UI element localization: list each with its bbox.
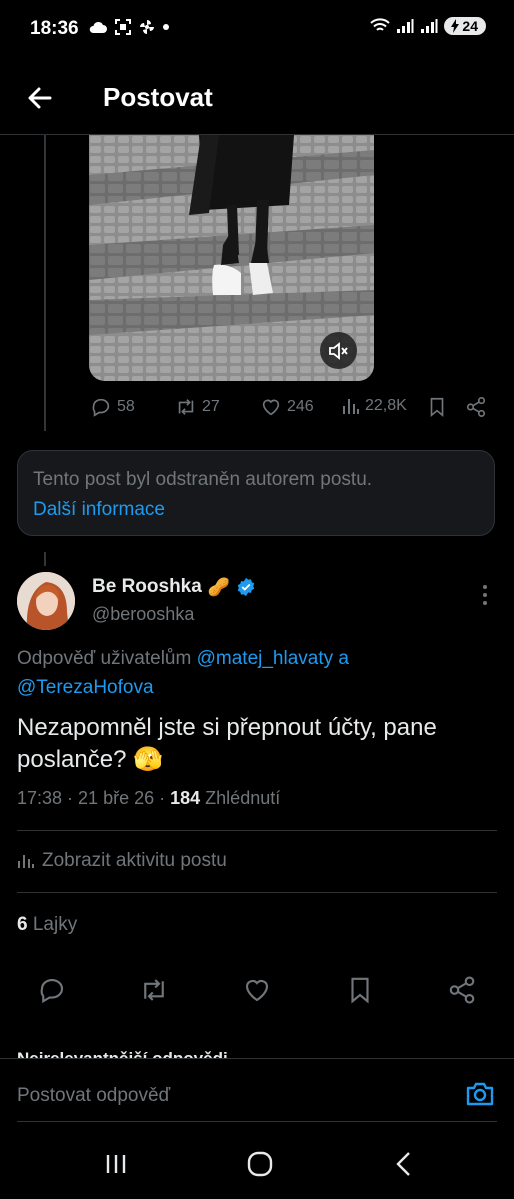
- more-icon: [483, 585, 487, 605]
- parent-bookmark-button[interactable]: [426, 396, 448, 418]
- charging-bolt-icon: [451, 19, 460, 33]
- thread-line-connector: [44, 552, 46, 566]
- parent-share-button[interactable]: [465, 396, 487, 418]
- signal-icon: [397, 19, 414, 33]
- like-button[interactable]: [242, 975, 272, 1005]
- recents-button[interactable]: [96, 1148, 136, 1180]
- tweet-text: Nezapomněl jste si přepnout účty, pane p…: [17, 714, 437, 773]
- screenshot-icon: [115, 19, 131, 35]
- likes-summary[interactable]: 6 Lajky: [17, 914, 77, 936]
- system-back-button[interactable]: [384, 1148, 424, 1180]
- deleted-post-notice: Tento post byl odstraněn autorem postu. …: [17, 450, 495, 536]
- thread-line: [44, 135, 46, 431]
- activity-icon: [18, 855, 34, 868]
- tweet-views-label: Zhlédnutí: [205, 788, 281, 808]
- reply-icon: [92, 398, 110, 417]
- camera-button[interactable]: [464, 1078, 496, 1112]
- parent-views-count: 22,8K: [365, 397, 407, 414]
- tweet-meta: 17:38 · 21 bře 26 · 184 Zhlédnutí: [17, 788, 281, 808]
- author-handle[interactable]: @berooshka: [92, 604, 194, 625]
- likes-count: 6: [17, 914, 28, 935]
- signal-2-icon: [421, 19, 438, 33]
- mention-conjunction: a: [338, 648, 349, 669]
- avatar-image: [17, 572, 75, 630]
- verified-badge-icon: [237, 577, 255, 597]
- status-system-icons: 24: [370, 17, 486, 35]
- parent-views-action[interactable]: 22,8K: [342, 396, 407, 416]
- share-icon: [466, 397, 486, 417]
- like-icon: [262, 399, 280, 416]
- parent-repost-action[interactable]: 27: [175, 396, 220, 418]
- divider: [17, 892, 497, 893]
- cloud-icon: [89, 21, 107, 33]
- reply-input[interactable]: Postovat odpověď: [17, 1085, 170, 1107]
- status-time: 18:36: [30, 18, 79, 39]
- status-notification-icons: [88, 18, 170, 36]
- divider: [17, 830, 497, 831]
- deleted-post-text: Tento post byl odstraněn autorem postu.: [33, 469, 373, 490]
- pinwheel-icon: [140, 20, 154, 34]
- recents-icon: [106, 1155, 126, 1173]
- mention-tereza-hofova[interactable]: @TerezaHofova: [17, 677, 154, 698]
- parent-like-count: 246: [287, 398, 314, 415]
- reply-icon: [40, 978, 64, 1004]
- sort-replies-label: Nejrelevantnější odpovědi: [17, 1049, 228, 1058]
- tweet-time: 17:38: [17, 788, 63, 808]
- home-button[interactable]: [240, 1148, 280, 1180]
- battery-indicator: 24: [444, 17, 486, 35]
- author-name-row[interactable]: Be Rooshka 🥜: [92, 576, 256, 598]
- bookmark-icon: [430, 397, 444, 418]
- repost-icon: [144, 979, 164, 1001]
- parent-reply-action[interactable]: 58: [90, 396, 135, 418]
- sort-replies-dropdown[interactable]: Nejrelevantnější odpovědi ⌄: [17, 1046, 247, 1058]
- avatar[interactable]: [17, 572, 75, 630]
- author-emoji: 🥜: [207, 576, 231, 597]
- reply-button[interactable]: [37, 975, 67, 1005]
- mute-button[interactable]: [320, 332, 357, 369]
- tweet-date: 21 bře 26: [78, 788, 155, 808]
- post-activity-label: Zobrazit aktivitu postu: [42, 850, 227, 871]
- page-title: Postovat: [103, 82, 213, 112]
- mute-icon: [328, 341, 348, 360]
- mention-matej-hlavaty[interactable]: @matej_hlavaty: [197, 648, 334, 669]
- like-icon: [245, 980, 269, 1002]
- share-icon: [449, 976, 475, 1004]
- camera-icon: [466, 1082, 494, 1106]
- back-arrow-icon: [28, 87, 52, 109]
- bookmark-icon: [351, 977, 369, 1004]
- reply-prefix: Odpověď uživatelům: [17, 648, 192, 669]
- nav-back-icon: [396, 1152, 410, 1176]
- more-info-link[interactable]: Další informace: [33, 499, 165, 521]
- home-icon: [247, 1151, 273, 1177]
- repost-button[interactable]: [139, 975, 169, 1005]
- compose-divider: [17, 1121, 497, 1122]
- parent-reply-count: 58: [117, 398, 135, 415]
- author-name: Be Rooshka: [92, 576, 202, 597]
- more-options-button[interactable]: [474, 582, 496, 608]
- likes-label: Lajky: [32, 914, 78, 935]
- tweet-views-count: 184: [170, 788, 201, 808]
- parent-like-action[interactable]: 246: [260, 396, 314, 418]
- back-button[interactable]: [22, 80, 58, 116]
- dot-icon: [163, 24, 169, 30]
- post-activity-link[interactable]: Zobrazit aktivitu postu: [17, 850, 227, 872]
- repost-icon: [178, 399, 194, 415]
- share-button[interactable]: [447, 975, 477, 1005]
- reply-to-line: Odpověď uživatelům @matej_hlavaty a @Ter…: [17, 644, 497, 702]
- wifi-icon: [370, 18, 391, 31]
- bookmark-button[interactable]: [345, 975, 375, 1005]
- views-icon: [343, 399, 359, 414]
- parent-repost-count: 27: [202, 398, 220, 415]
- battery-level: 24: [462, 18, 478, 34]
